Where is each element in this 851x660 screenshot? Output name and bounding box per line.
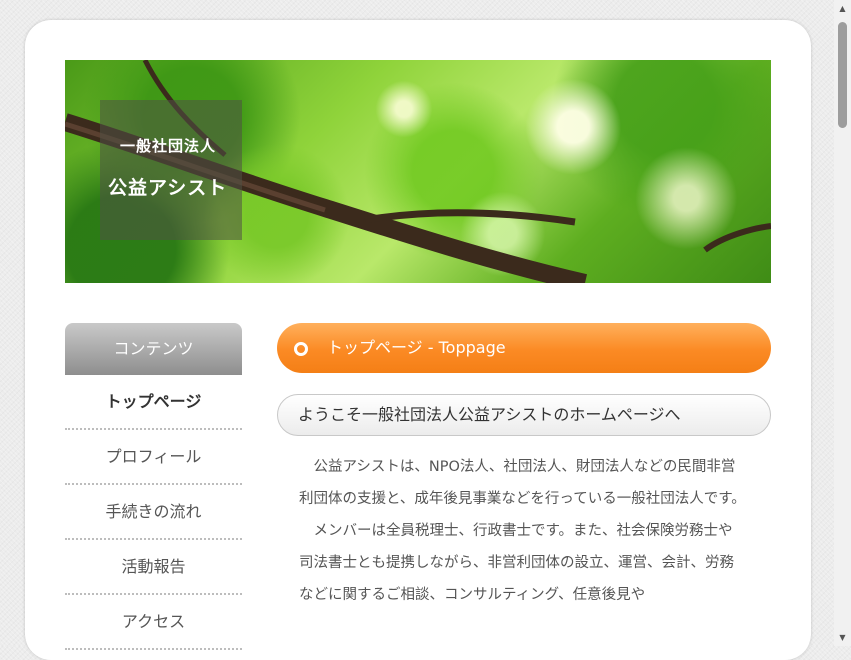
welcome-heading-bar: ようこそ一般社団法人公益アシストのホームページへ bbox=[277, 394, 771, 436]
vertical-scrollbar[interactable]: ▲ ▼ bbox=[834, 0, 851, 646]
intro-paragraph: 公益アシストは、NPO法人、社団法人、財団法人などの民間非営利団体の支援と、成年… bbox=[299, 459, 746, 507]
sidebar-item-access[interactable]: アクセス bbox=[65, 595, 242, 650]
circle-bullet-icon bbox=[294, 342, 308, 356]
sidebar-item-profile[interactable]: プロフィール bbox=[65, 430, 242, 485]
logo-org-type: 一般社団法人 bbox=[120, 137, 217, 155]
sidebar-heading: コンテンツ bbox=[65, 323, 242, 375]
sidebar-item-report[interactable]: 活動報告 bbox=[65, 540, 242, 595]
header-banner: 一般社団法人 公益アシスト bbox=[65, 60, 771, 283]
sidebar-item-toppage[interactable]: トップページ bbox=[65, 375, 242, 430]
intro-paragraph: メンバーは全員税理士、行政書士です。また、社会保険労務士や司法書士とも提携しなが… bbox=[299, 523, 734, 603]
page-container: 一般社団法人 公益アシスト コンテンツ トップページ プロフィール 手続きの流れ… bbox=[25, 20, 811, 660]
logo-org-name: 公益アシスト bbox=[108, 177, 228, 199]
intro-text: 公益アシストは、NPO法人、社団法人、財団法人などの民間非営利団体の支援と、成年… bbox=[299, 451, 747, 611]
sidebar-item-procedure[interactable]: 手続きの流れ bbox=[65, 485, 242, 540]
scroll-up-arrow-icon[interactable]: ▲ bbox=[834, 0, 851, 17]
sidebar-nav: コンテンツ トップページ プロフィール 手続きの流れ 活動報告 アクセス bbox=[65, 323, 242, 650]
scroll-down-arrow-icon[interactable]: ▼ bbox=[834, 629, 851, 646]
main-content: トップページ - Toppage ようこそ一般社団法人公益アシストのホームページ… bbox=[277, 323, 771, 611]
scrollbar-thumb[interactable] bbox=[838, 22, 847, 128]
logo-box[interactable]: 一般社団法人 公益アシスト bbox=[100, 100, 242, 240]
page-title: トップページ - Toppage bbox=[327, 338, 506, 357]
welcome-heading: ようこそ一般社団法人公益アシストのホームページへ bbox=[298, 405, 681, 424]
page-title-bar: トップページ - Toppage bbox=[277, 323, 771, 373]
